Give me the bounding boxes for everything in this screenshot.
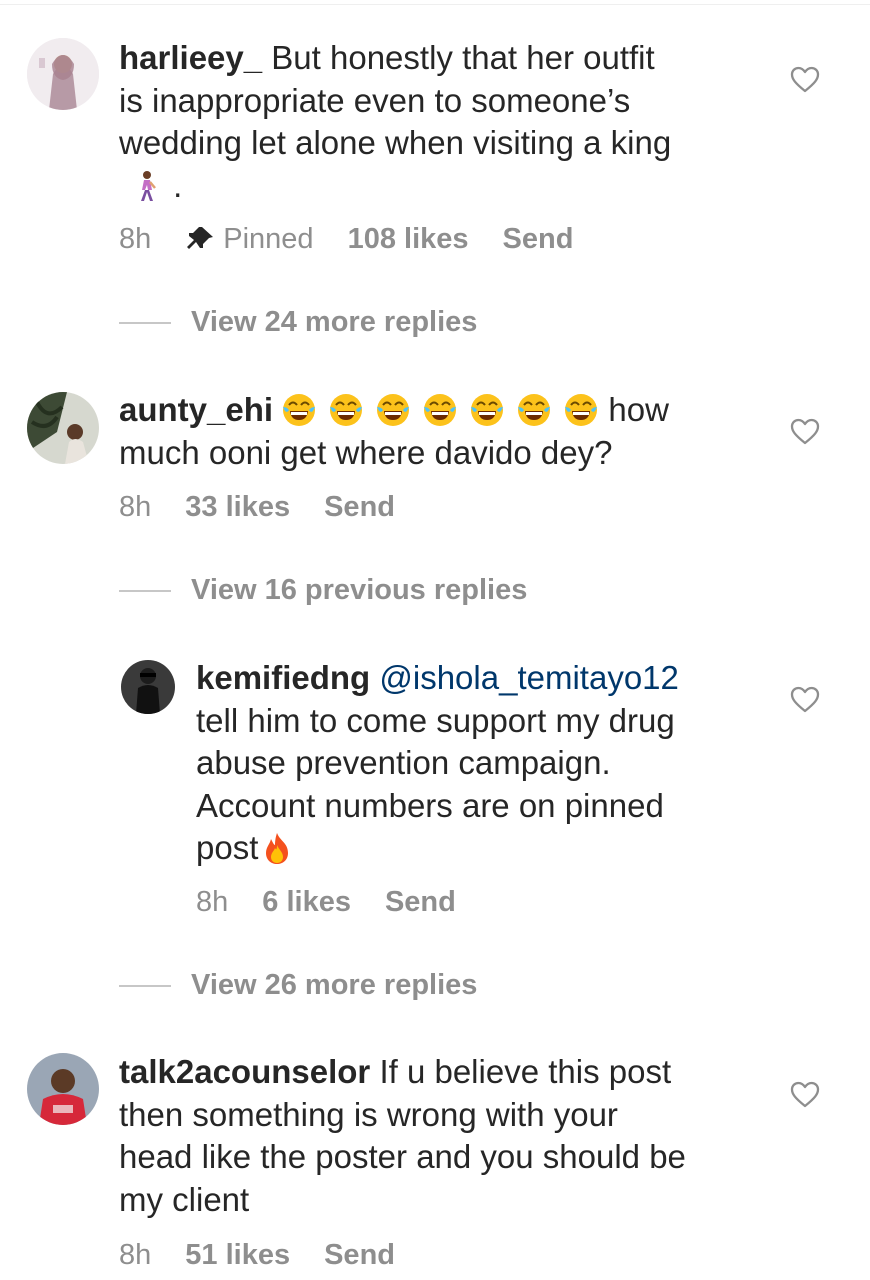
laughing-emoji bbox=[376, 393, 410, 427]
likes-count[interactable]: 108 likes bbox=[348, 223, 469, 255]
divider-dash bbox=[119, 985, 171, 988]
comment-meta: 8h 33 likes Send bbox=[119, 491, 429, 524]
timestamp: 8h bbox=[119, 491, 152, 523]
comment-line: how bbox=[608, 391, 669, 428]
laughing-emoji bbox=[564, 393, 598, 427]
comment-text: aunty_ehi how much ooni get where davido… bbox=[119, 389, 769, 474]
send-button[interactable]: Send bbox=[324, 491, 395, 523]
divider-dash bbox=[119, 322, 171, 325]
laughing-emoji bbox=[329, 393, 363, 427]
send-button[interactable]: Send bbox=[503, 223, 574, 255]
view-more-replies[interactable]: View 26 more replies bbox=[119, 969, 477, 1002]
avatar[interactable] bbox=[27, 392, 99, 464]
timestamp: 8h bbox=[119, 1239, 152, 1271]
comment-text: harlieey_ But honestly that her outfit i… bbox=[119, 37, 769, 207]
person-walking-emoji bbox=[141, 170, 156, 201]
username[interactable]: harlieey_ bbox=[119, 39, 262, 76]
view-previous-replies[interactable]: View 16 previous replies bbox=[119, 574, 527, 607]
comment-line: much ooni get where davido dey? bbox=[119, 433, 613, 471]
comment-line: abuse prevention campaign. bbox=[196, 744, 611, 781]
comment-meta: 8h 6 likes Send bbox=[196, 886, 490, 919]
heart-outline-icon[interactable] bbox=[790, 686, 820, 714]
comment-line: But honestly that her outfit bbox=[271, 39, 655, 76]
avatar[interactable] bbox=[121, 660, 175, 714]
username[interactable]: aunty_ehi bbox=[119, 391, 273, 428]
comment-line: If u believe this post bbox=[379, 1053, 672, 1090]
likes-count[interactable]: 33 likes bbox=[185, 491, 290, 523]
comment-trailing: . bbox=[173, 166, 183, 204]
laughing-emoji bbox=[517, 393, 551, 427]
top-divider bbox=[0, 4, 870, 5]
laughing-emoji bbox=[423, 393, 457, 427]
comment-text: talk2acounselor If u believe this post t… bbox=[119, 1051, 769, 1221]
likes-count[interactable]: 51 likes bbox=[185, 1239, 290, 1271]
avatar[interactable] bbox=[27, 38, 99, 110]
send-button[interactable]: Send bbox=[324, 1239, 395, 1271]
comment-line: then something is wrong with your bbox=[119, 1095, 618, 1133]
view-more-replies[interactable]: View 24 more replies bbox=[119, 306, 477, 339]
comment-meta: 8h 51 likes Send bbox=[119, 1239, 429, 1272]
timestamp: 8h bbox=[196, 886, 229, 918]
comment-meta: 8h Pinned 108 likes Send bbox=[119, 223, 607, 256]
laughing-emoji bbox=[470, 393, 504, 427]
divider-dash bbox=[119, 590, 171, 593]
username[interactable]: talk2acounselor bbox=[119, 1053, 370, 1090]
heart-outline-icon[interactable] bbox=[790, 66, 820, 94]
comment-line: my client bbox=[119, 1180, 250, 1218]
username[interactable]: kemifiedng bbox=[196, 659, 370, 696]
heart-outline-icon[interactable] bbox=[790, 1081, 820, 1109]
fire-emoji bbox=[266, 833, 289, 864]
comment-text: kemifiedng @ishola_temitayo12 tell him t… bbox=[196, 657, 776, 870]
comment-line: post bbox=[196, 829, 259, 866]
likes-count[interactable]: 6 likes bbox=[262, 886, 351, 918]
send-button[interactable]: Send bbox=[385, 886, 456, 918]
timestamp: 8h bbox=[119, 223, 152, 255]
avatar[interactable] bbox=[27, 1053, 99, 1125]
laughing-emoji bbox=[282, 393, 316, 427]
comment-line: is inappropriate even to someone’s bbox=[119, 81, 631, 119]
pinned-label: Pinned bbox=[185, 223, 314, 255]
comment-line: Account numbers are on pinned bbox=[196, 786, 664, 824]
comment-line: tell him to come support my drug bbox=[196, 701, 675, 739]
mention-link[interactable]: @ishola_temitayo12 bbox=[379, 659, 679, 696]
pin-icon bbox=[187, 227, 214, 249]
heart-outline-icon[interactable] bbox=[790, 418, 820, 446]
comment-line: wedding let alone when visiting a king bbox=[119, 124, 672, 161]
comment-line: head like the poster and you should be bbox=[119, 1138, 686, 1175]
